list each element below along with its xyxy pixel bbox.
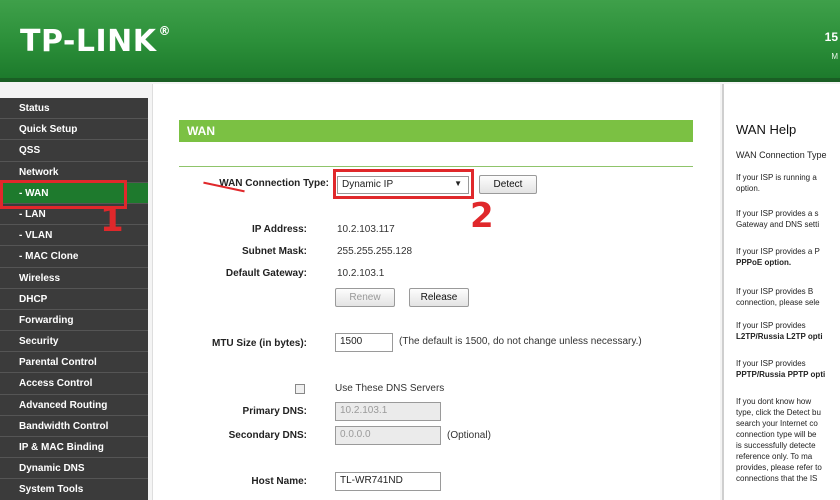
help-line: option. bbox=[736, 184, 761, 193]
ip-address-label: IP Address: bbox=[251, 224, 307, 235]
section-divider bbox=[179, 166, 693, 167]
main-content: WAN WAN Connection Type: Dynamic IP ▼ De… bbox=[152, 84, 720, 500]
help-line: If your ISP provides B bbox=[736, 287, 814, 296]
sidebar-item-parental-control[interactable]: Parental Control bbox=[0, 352, 148, 374]
help-line: If you dont know how bbox=[736, 397, 812, 406]
secondary-dns-input[interactable]: 0.0.0.0 bbox=[335, 426, 441, 445]
mtu-size-input[interactable]: 1500 bbox=[335, 333, 393, 352]
tp-link-logo: TP-LINK ® bbox=[20, 24, 171, 59]
help-line: If your ISP provides bbox=[736, 359, 806, 368]
sidebar-item-security[interactable]: Security bbox=[0, 331, 148, 353]
help-line: If your ISP provides bbox=[736, 321, 806, 330]
header-banner: TP-LINK ® 15 M bbox=[0, 0, 840, 78]
help-paragraph-6: If your ISP provides PPTP/Russia PPTP opt… bbox=[736, 358, 840, 380]
help-line: type, click the Detect bu bbox=[736, 408, 821, 417]
renew-button[interactable]: Renew bbox=[335, 288, 395, 307]
help-line: PPPoE option. bbox=[736, 258, 792, 267]
sidebar-item-dhcp[interactable]: DHCP bbox=[0, 289, 148, 310]
help-panel: WAN Help WAN Connection Type If your ISP… bbox=[722, 84, 840, 500]
help-line: provides, please refer to bbox=[736, 463, 822, 472]
help-subtitle: WAN Connection Type bbox=[736, 150, 827, 160]
secondary-dns-label: Secondary DNS: bbox=[228, 430, 307, 441]
sidebar-item-mac-clone[interactable]: - MAC Clone bbox=[0, 246, 148, 268]
use-dns-servers-checkbox[interactable] bbox=[295, 384, 305, 394]
help-paragraph-4: If your ISP provides B connection, please… bbox=[736, 286, 840, 308]
optional-note: (Optional) bbox=[447, 430, 491, 441]
sidebar-nav: Status Quick Setup QSS Network - WAN - LAN - V… bbox=[0, 98, 148, 500]
logo-text: TP-LINK bbox=[20, 24, 157, 59]
help-line: PPTP/Russia PPTP opti bbox=[736, 370, 826, 379]
mtu-size-label: MTU Size (in bytes): bbox=[211, 338, 307, 349]
help-paragraph-3: If your ISP provides a P PPPoE option. bbox=[736, 246, 840, 268]
release-button[interactable]: Release bbox=[409, 288, 469, 307]
host-name-input[interactable]: TL-WR741ND bbox=[335, 472, 441, 491]
sidebar-item-dynamic-dns[interactable]: Dynamic DNS bbox=[0, 458, 148, 480]
sidebar-item-quick-setup[interactable]: Quick Setup bbox=[0, 119, 148, 141]
sidebar-item-forwarding[interactable]: Forwarding bbox=[0, 310, 148, 332]
help-line: connection, please sele bbox=[736, 298, 820, 307]
help-paragraph-7: If you dont know how type, click the Det… bbox=[736, 396, 840, 484]
mtu-note: (The default is 1500, do not change unle… bbox=[399, 336, 642, 347]
help-line: is successfully detecte bbox=[736, 441, 816, 450]
help-line: connections that the IS bbox=[736, 474, 818, 483]
annotation-number-1: 1 bbox=[100, 200, 124, 240]
sidebar-item-ip-mac-binding[interactable]: IP & MAC Binding bbox=[0, 437, 148, 459]
host-name-label: Host Name: bbox=[251, 476, 307, 487]
help-line: L2TP/Russia L2TP opti bbox=[736, 332, 823, 341]
content-panel: WAN WAN Connection Type: Dynamic IP ▼ De… bbox=[153, 84, 721, 500]
help-line: reference only. To ma bbox=[736, 452, 813, 461]
ip-address-value: 10.2.103.117 bbox=[337, 224, 395, 235]
sidebar-item-status[interactable]: Status bbox=[0, 98, 148, 120]
sidebar-item-qss[interactable]: QSS bbox=[0, 140, 148, 162]
sidebar-item-system-tools[interactable]: System Tools bbox=[0, 479, 148, 500]
help-line: If your ISP provides a P bbox=[736, 247, 820, 256]
primary-dns-input[interactable]: 10.2.103.1 bbox=[335, 402, 441, 421]
use-dns-servers-label: Use These DNS Servers bbox=[335, 383, 445, 394]
help-line: Gateway and DNS setti bbox=[736, 220, 820, 229]
sidebar-item-wireless[interactable]: Wireless bbox=[0, 268, 148, 289]
help-line: If your ISP provides a s bbox=[736, 209, 819, 218]
sidebar-item-advanced-routing[interactable]: Advanced Routing bbox=[0, 395, 148, 416]
help-line: If your ISP is running a bbox=[736, 173, 817, 182]
section-header-bar: WAN bbox=[179, 120, 693, 142]
subnet-mask-label: Subnet Mask: bbox=[241, 246, 307, 257]
sidebar-item-vlan[interactable]: - VLAN bbox=[0, 225, 148, 247]
header-model-number: 15 bbox=[824, 30, 838, 44]
sidebar-item-bandwidth-control[interactable]: Bandwidth Control bbox=[0, 416, 148, 437]
header-divider bbox=[0, 78, 840, 82]
help-line: search your Internet co bbox=[736, 419, 818, 428]
subnet-mask-value: 255.255.255.128 bbox=[337, 246, 413, 257]
header-model-sub: M bbox=[831, 52, 838, 61]
detect-button[interactable]: Detect bbox=[479, 175, 537, 194]
section-title: WAN bbox=[187, 124, 215, 138]
help-title: WAN Help bbox=[736, 122, 797, 137]
help-line: connection type will be bbox=[736, 430, 817, 439]
default-gateway-label: Default Gateway: bbox=[225, 268, 307, 279]
help-paragraph-1: If your ISP is running a option. bbox=[736, 172, 840, 194]
primary-dns-label: Primary DNS: bbox=[242, 406, 307, 417]
help-paragraph-5: If your ISP provides L2TP/Russia L2TP opt… bbox=[736, 320, 840, 342]
annotation-box-connection-type bbox=[333, 169, 474, 199]
logo-registered-mark: ® bbox=[158, 24, 172, 38]
sidebar-item-access-control[interactable]: Access Control bbox=[0, 373, 148, 395]
default-gateway-value: 10.2.103.1 bbox=[337, 268, 385, 279]
annotation-number-2: 2 bbox=[470, 196, 494, 236]
help-paragraph-2: If your ISP provides a s Gateway and DNS … bbox=[736, 208, 840, 230]
